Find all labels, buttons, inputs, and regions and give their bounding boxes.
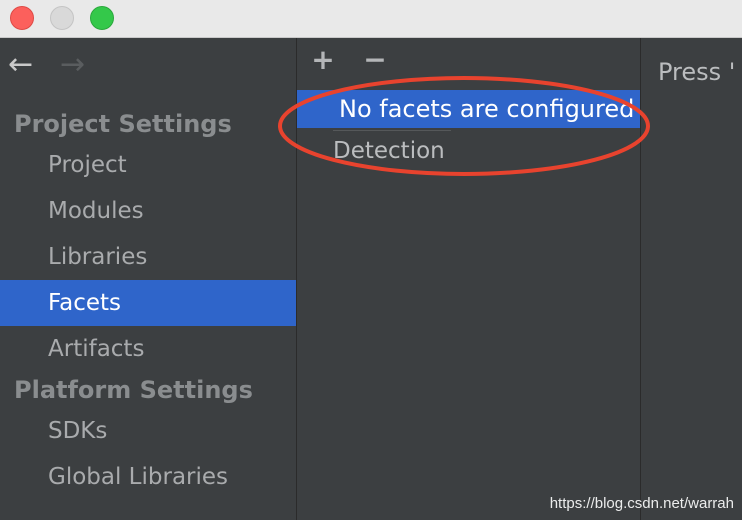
forward-arrow-icon[interactable]: →: [60, 50, 85, 80]
details-panel: Press ': [641, 38, 742, 520]
sidebar-item-global-libraries[interactable]: Global Libraries: [0, 454, 296, 500]
tree-separator: [333, 130, 451, 131]
watermark-text: https://blog.csdn.net/warrah: [549, 495, 734, 512]
detection-node[interactable]: Detection: [333, 134, 445, 168]
sidebar-item-project[interactable]: Project: [0, 142, 296, 188]
back-arrow-icon[interactable]: ←: [8, 50, 33, 80]
title-bar: [0, 0, 742, 38]
platform-settings-header: Platform Settings: [14, 376, 253, 404]
maximize-window-button[interactable]: [90, 6, 114, 30]
project-structure-window: ← → Project Settings Project Modules Lib…: [0, 0, 742, 520]
project-settings-header: Project Settings: [14, 110, 232, 138]
details-hint-text: Press ': [658, 58, 736, 86]
settings-sidebar: ← → Project Settings Project Modules Lib…: [0, 38, 296, 520]
sidebar-item-artifacts[interactable]: Artifacts: [0, 326, 296, 372]
close-window-button[interactable]: [10, 6, 34, 30]
sidebar-item-sdks[interactable]: SDKs: [0, 408, 296, 454]
minimize-window-button[interactable]: [50, 6, 74, 30]
add-facet-button[interactable]: +: [309, 46, 337, 74]
facets-panel: + − No facets are configured Detection: [297, 38, 640, 520]
sidebar-item-facets[interactable]: Facets: [0, 280, 296, 326]
sidebar-item-modules[interactable]: Modules: [0, 188, 296, 234]
remove-facet-button[interactable]: −: [361, 46, 389, 74]
no-facets-message[interactable]: No facets are configured: [297, 90, 640, 128]
sidebar-item-libraries[interactable]: Libraries: [0, 234, 296, 280]
